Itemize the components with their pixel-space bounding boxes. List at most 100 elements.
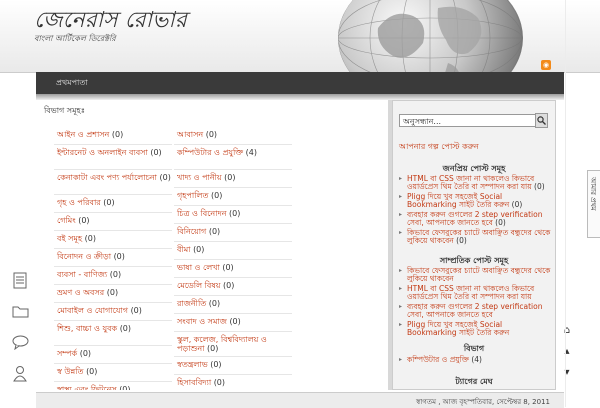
recent-post-link[interactable]: ব্যবহার করুন গুগলের 2 step verification … bbox=[407, 302, 542, 319]
category-count: (0) bbox=[193, 245, 205, 254]
category-count: (0) bbox=[223, 281, 235, 290]
category-count: (0) bbox=[119, 385, 131, 390]
category-link[interactable]: ভাষা ও লেখা bbox=[177, 263, 220, 272]
category-column-left: আইন ও প্রশাসন (0) ইন্টারনেট ও অনলাইন ব্যব… bbox=[54, 127, 172, 390]
category-link[interactable]: ব্যবসা - বাণিজ্য bbox=[57, 270, 107, 279]
category-count: (0) bbox=[86, 367, 98, 376]
popular-post-count: (0) bbox=[534, 182, 545, 191]
category-link[interactable]: সম্পর্ক bbox=[57, 349, 77, 358]
category-count: (0) bbox=[224, 173, 236, 182]
arrow-down-icon[interactable]: ▾ bbox=[561, 367, 573, 381]
category-link[interactable]: বীমা bbox=[177, 245, 191, 254]
category-widget-list: কম্পিউটার ও প্রযুক্তি (4) bbox=[399, 356, 551, 366]
category-count: (0) bbox=[208, 299, 221, 308]
category-item: কেনাকাটা এবং পণ্য পর্যালোচনা (0) bbox=[54, 170, 172, 195]
nav-home-link[interactable]: প্রথমপাতা bbox=[56, 77, 88, 90]
popular-post-link[interactable]: ব্যবহার করুন গুগলের 2 step verification … bbox=[407, 210, 542, 227]
submit-story-link[interactable]: আপনার গল্প পোস্ট করুন bbox=[399, 141, 479, 154]
feedback-tab[interactable]: আমার প্রথম bbox=[587, 170, 600, 238]
popular-posts-list: HTML বা CSS জানা না থাকলেও কিভাবে ওয়ার্… bbox=[399, 175, 551, 247]
category-link[interactable]: স্বতন্ত্রলাভ bbox=[177, 360, 208, 369]
category-item: স্কুল, কলেজ, বিশ্ববিদ্যালয় ও পড়াশুনা (… bbox=[174, 332, 292, 357]
sidebar-category-link[interactable]: কম্পিউটার ও প্রযুক্তি bbox=[407, 355, 469, 364]
category-item: রাজনীতি (0) bbox=[174, 296, 292, 314]
category-count: (0) bbox=[205, 130, 218, 139]
category-count: (0) bbox=[150, 148, 162, 157]
recent-posts-list: কিভাবে ফেসবুকের চ্যাটে অবাঞ্ছিত বন্ধুদের… bbox=[399, 267, 551, 339]
search-input[interactable]: অনুসন্ধান... bbox=[399, 114, 536, 127]
footer: স্বাগতম , আজ বৃহস্পতিবার, সেপ্টেম্বর 8, … bbox=[36, 392, 564, 408]
recent-post-item: HTML বা CSS জানা না থাকলেও কিভাবে ওয়ার্… bbox=[399, 285, 551, 301]
category-link[interactable]: কেনাকাটা এবং পণ্য পর্যালোচনা bbox=[57, 173, 157, 182]
category-listing-title: বিভাগ সমূহঃ bbox=[44, 106, 86, 115]
category-link[interactable]: মেডেলি বিষয় bbox=[177, 281, 220, 290]
category-link[interactable]: রাজনীতি bbox=[177, 299, 206, 308]
category-item: বীমা (0) bbox=[174, 242, 292, 260]
category-link[interactable]: শিশু, বাচ্চা ও যুবক bbox=[57, 324, 117, 333]
search-button[interactable] bbox=[535, 113, 548, 128]
category-count: (0) bbox=[229, 209, 241, 218]
category-count: (0) bbox=[210, 360, 222, 369]
category-link[interactable]: স্কুল, কলেজ, বিশ্ববিদ্যালয় ও পড়াশুনা bbox=[177, 335, 267, 353]
category-item: মোবাইল ও যোগাযোগ (0) bbox=[54, 303, 172, 321]
category-count: (0) bbox=[119, 324, 132, 333]
comment-icon[interactable] bbox=[10, 332, 30, 352]
tag-cloud-heading: ট্যাগের মেঘ bbox=[455, 377, 493, 386]
category-count: (0) bbox=[207, 344, 219, 353]
popular-post-link[interactable]: Pligg দিয়ে খুব সহজেই Social Bookmarking… bbox=[407, 192, 509, 209]
recent-post-link[interactable]: Pligg দিয়ে খুব সহজেই Social Bookmarking… bbox=[407, 320, 509, 337]
category-listing: বিভাগ সমূহঃ আইন ও প্রশাসন (0) ইন্টারনেট ও… bbox=[36, 100, 388, 390]
category-count: (0) bbox=[79, 349, 92, 358]
category-link[interactable]: স্বাস্থ্য এবং ফিটনেস bbox=[57, 385, 117, 390]
feedback-tab-label: আমার প্রথম bbox=[589, 177, 597, 211]
popular-post-count: (0) bbox=[511, 200, 523, 209]
popular-post-link[interactable]: কিভাবে ফেসবুকের চ্যাটে অবাঞ্ছিত বন্ধুদের… bbox=[407, 228, 550, 245]
category-link[interactable]: গৃহ ও পরিবার bbox=[57, 198, 101, 207]
category-count: (0) bbox=[208, 227, 221, 236]
site-tagline: বাংলা আর্টিকেল ডিরেক্টরি bbox=[34, 34, 116, 43]
arrow-up-icon[interactable]: ▴ bbox=[561, 346, 573, 360]
rss-icon[interactable]: ◉ bbox=[541, 60, 551, 70]
category-link[interactable]: আবাসন bbox=[177, 130, 203, 139]
category-count: (0) bbox=[159, 173, 171, 182]
recent-post-item: কিভাবে ফেসবুকের চ্যাটে অবাঞ্ছিত বন্ধুদের… bbox=[399, 267, 551, 283]
site-header: জেনেরাস রোভার বাংলা আর্টিকেল ডিরেক্টরি ◉ bbox=[0, 0, 600, 73]
category-link[interactable]: গৃহপালিত bbox=[177, 191, 208, 200]
category-link[interactable]: স্ব উন্নতি bbox=[57, 367, 84, 376]
category-item: গেমিং (0) bbox=[54, 213, 172, 231]
left-toolbar bbox=[10, 270, 34, 394]
category-link[interactable]: ইন্টারনেট ও অনলাইন ব্যবসা bbox=[57, 148, 148, 157]
category-link[interactable]: বই সমূহ bbox=[57, 234, 82, 243]
category-count: (0) bbox=[103, 198, 115, 207]
category-link[interactable]: আইন ও প্রশাসন bbox=[57, 130, 109, 139]
search-icon bbox=[537, 116, 546, 125]
category-link[interactable]: হিসাববিদ্যা bbox=[177, 378, 211, 387]
category-link[interactable]: সংবাদ ও সমাজ bbox=[177, 317, 227, 326]
category-link[interactable]: বিনোদন ও ক্রীড়া bbox=[57, 252, 111, 261]
popular-post-link[interactable]: HTML বা CSS জানা না থাকলেও কিভাবে ওয়ার্… bbox=[407, 174, 534, 191]
recent-post-link[interactable]: HTML বা CSS জানা না থাকলেও কিভাবে ওয়ার্… bbox=[407, 284, 534, 301]
category-link[interactable]: খাদ্য ও পানীয় bbox=[177, 173, 222, 182]
category-item: খাদ্য ও পানীয় (0) bbox=[174, 170, 292, 188]
category-link[interactable]: বিনিয়োগ bbox=[177, 227, 206, 236]
recent-post-link[interactable]: কিভাবে ফেসবুকের চ্যাটে অবাঞ্ছিত বন্ধুদের… bbox=[407, 266, 550, 283]
category-link[interactable]: মোবাইল ও যোগাযোগ bbox=[57, 306, 128, 315]
category-link[interactable]: গেমিং bbox=[57, 216, 76, 225]
category-link[interactable]: কম্পিউটার ও প্রযুক্তি bbox=[177, 148, 243, 157]
document-icon[interactable] bbox=[10, 270, 30, 290]
category-link[interactable]: ভ্রমণ ও অবসর bbox=[57, 288, 104, 297]
popular-post-count: (0) bbox=[495, 218, 506, 227]
sidebar-category-count: (4) bbox=[471, 355, 482, 364]
category-item: ভ্রমণ ও অবসর (0) bbox=[54, 285, 172, 303]
category-count: (0) bbox=[229, 317, 241, 326]
user-icon[interactable] bbox=[10, 363, 30, 383]
category-count: (0) bbox=[213, 378, 226, 387]
category-item: সংবাদ ও সমাজ (0) bbox=[174, 314, 292, 332]
category-item: সম্পর্ক (0) bbox=[54, 346, 172, 364]
home-icon[interactable]: ⌂ bbox=[561, 325, 573, 339]
category-item: গৃহ ও পরিবার (0) bbox=[54, 195, 172, 213]
category-item: স্বতন্ত্রলাভ (0) bbox=[174, 357, 292, 375]
globe-image bbox=[338, 0, 523, 72]
category-link[interactable]: চিত্র ও বিনোদন bbox=[177, 209, 227, 218]
folder-icon[interactable] bbox=[10, 301, 30, 321]
